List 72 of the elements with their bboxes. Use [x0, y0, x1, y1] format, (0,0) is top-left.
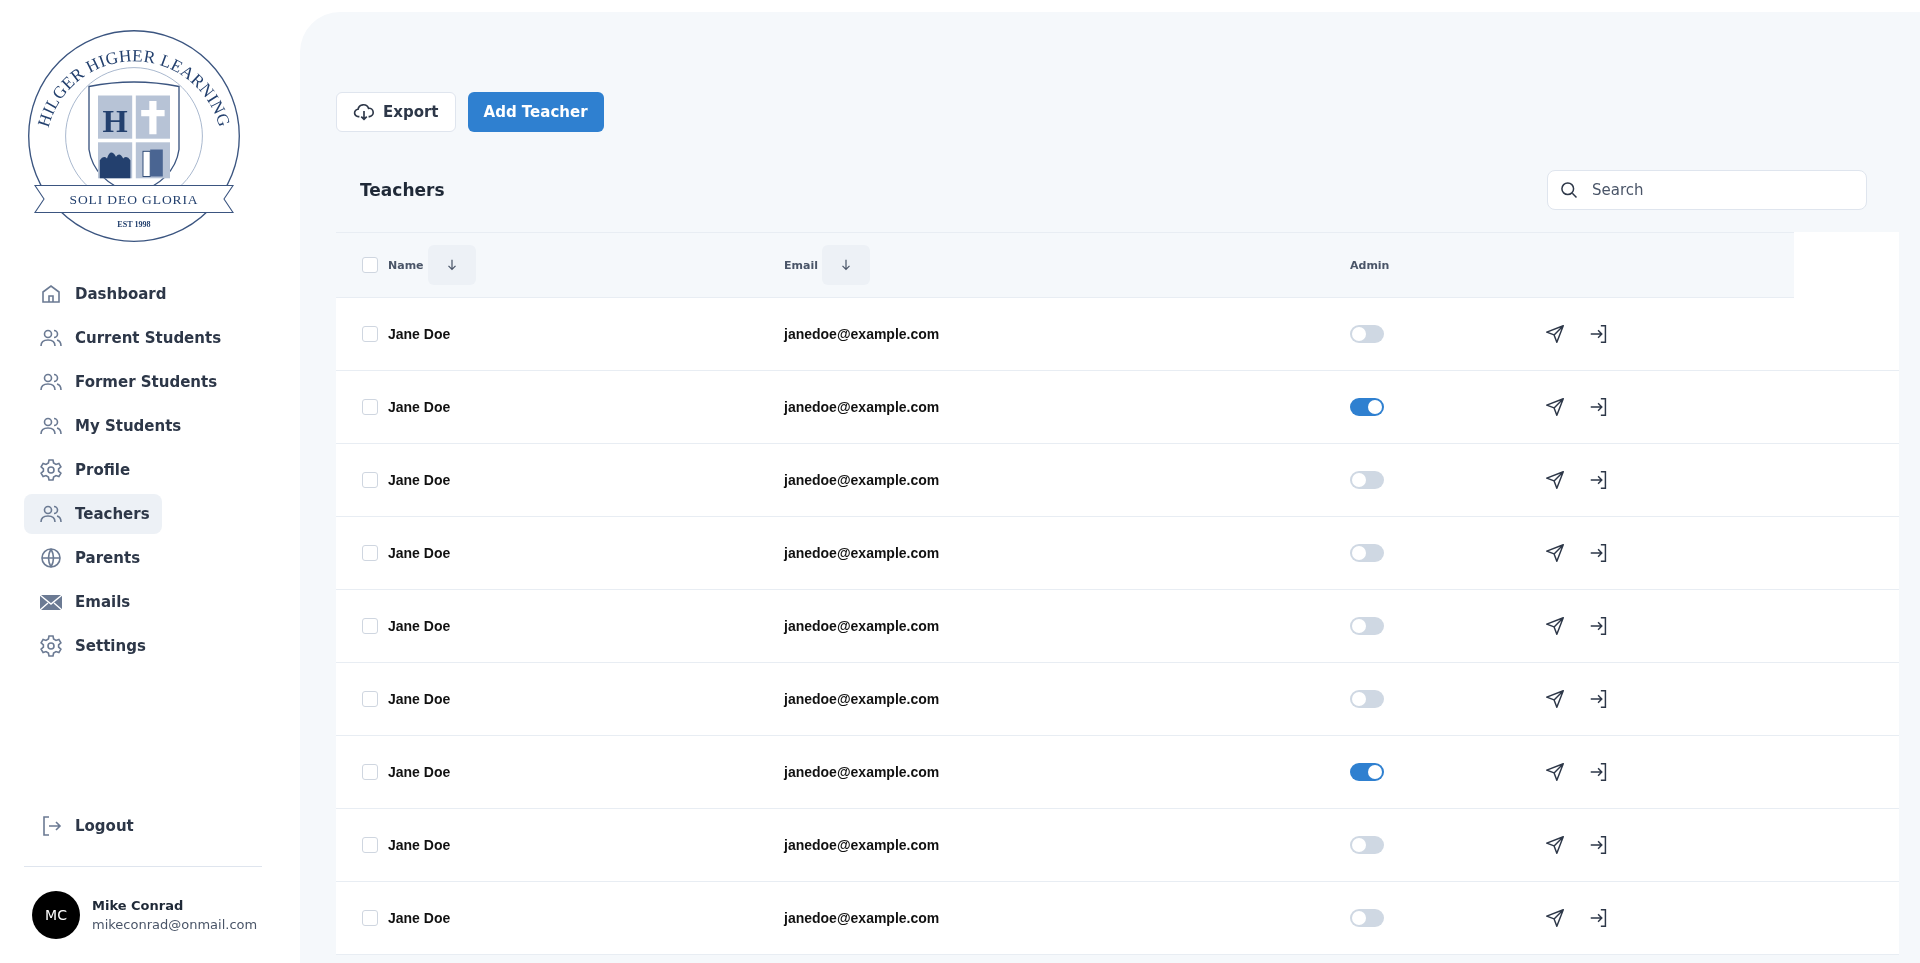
send-icon[interactable]	[1544, 615, 1566, 637]
teacher-name: Jane Doe	[388, 691, 451, 707]
row-checkbox[interactable]	[362, 326, 378, 342]
row-checkbox[interactable]	[362, 691, 378, 707]
column-header: Email	[784, 258, 818, 272]
column-header: Name	[388, 258, 424, 272]
teacher-email: janedoe@example.com	[784, 472, 940, 488]
sidebar-item[interactable]: My Students	[24, 406, 194, 446]
sidebar-item[interactable]: Teachers	[24, 494, 162, 534]
sidebar-item[interactable]: Settings	[24, 626, 158, 666]
send-icon[interactable]	[1544, 323, 1566, 345]
sidebar-item[interactable]: Emails	[24, 582, 143, 622]
teacher-name: Jane Doe	[388, 837, 451, 853]
admin-toggle[interactable]	[1350, 617, 1384, 635]
search-icon	[1559, 180, 1579, 200]
row-checkbox[interactable]	[362, 764, 378, 780]
row-checkbox[interactable]	[362, 837, 378, 853]
admin-toggle[interactable]	[1350, 471, 1384, 489]
settings-icon	[39, 458, 63, 482]
row-checkbox[interactable]	[362, 545, 378, 561]
admin-toggle[interactable]	[1350, 836, 1384, 854]
admin-toggle[interactable]	[1350, 398, 1384, 416]
select-all-checkbox[interactable]	[362, 257, 378, 273]
teacher-name: Jane Doe	[388, 545, 451, 561]
teacher-email: janedoe@example.com	[784, 764, 940, 780]
teacher-name: Jane Doe	[388, 472, 451, 488]
send-icon[interactable]	[1544, 469, 1566, 491]
teacher-email: janedoe@example.com	[784, 618, 940, 634]
user-name: Mike Conrad	[92, 898, 185, 913]
sidebar-item[interactable]: Current Students	[24, 318, 234, 358]
user-email: mikeconrad@onmail.com	[92, 917, 258, 932]
search-field[interactable]: Search	[1547, 170, 1867, 210]
admin-toggle[interactable]	[1350, 325, 1384, 343]
send-icon[interactable]	[1544, 688, 1566, 710]
sidebar-item[interactable]: Dashboard	[24, 274, 179, 314]
teacher-email: janedoe@example.com	[784, 545, 940, 561]
send-icon[interactable]	[1544, 396, 1566, 418]
send-icon[interactable]	[1544, 542, 1566, 564]
admin-toggle[interactable]	[1350, 544, 1384, 562]
home-icon	[39, 282, 63, 306]
row-checkbox[interactable]	[362, 472, 378, 488]
teacher-email: janedoe@example.com	[784, 837, 940, 853]
cloud-download-icon	[353, 101, 375, 123]
teacher-email: janedoe@example.com	[784, 326, 940, 342]
sidebar-item[interactable]: Former Students	[24, 362, 230, 402]
table-title: Teachers	[360, 180, 445, 200]
add-teacher-button[interactable]: Add Teacher	[467, 92, 604, 132]
row-checkbox[interactable]	[362, 399, 378, 415]
teacher-name: Jane Doe	[388, 764, 451, 780]
sidebar-item[interactable]: Parents	[24, 538, 153, 578]
sidebar-item[interactable]: Profile	[24, 450, 143, 490]
send-icon[interactable]	[1544, 761, 1566, 783]
row-checkbox[interactable]	[362, 910, 378, 926]
teacher-email: janedoe@example.com	[784, 399, 940, 415]
teacher-name: Jane Doe	[388, 326, 451, 342]
row-checkbox[interactable]	[362, 618, 378, 634]
user-avatar: MC	[32, 891, 80, 939]
teacher-name: Jane Doe	[388, 910, 451, 926]
teacher-name: Jane Doe	[388, 618, 451, 634]
admin-toggle[interactable]	[1350, 763, 1384, 781]
column-header: Admin	[1350, 258, 1390, 272]
settings-icon	[39, 634, 63, 658]
send-icon[interactable]	[1544, 834, 1566, 856]
teacher-name: Jane Doe	[388, 399, 451, 415]
teacher-email: janedoe@example.com	[784, 910, 940, 926]
export-button[interactable]: Export	[336, 92, 456, 132]
admin-toggle[interactable]	[1350, 690, 1384, 708]
globe-icon	[39, 546, 63, 570]
admin-toggle[interactable]	[1350, 909, 1384, 927]
send-icon[interactable]	[1544, 907, 1566, 929]
logout-link[interactable]: Logout	[24, 806, 146, 846]
teacher-email: janedoe@example.com	[784, 691, 940, 707]
